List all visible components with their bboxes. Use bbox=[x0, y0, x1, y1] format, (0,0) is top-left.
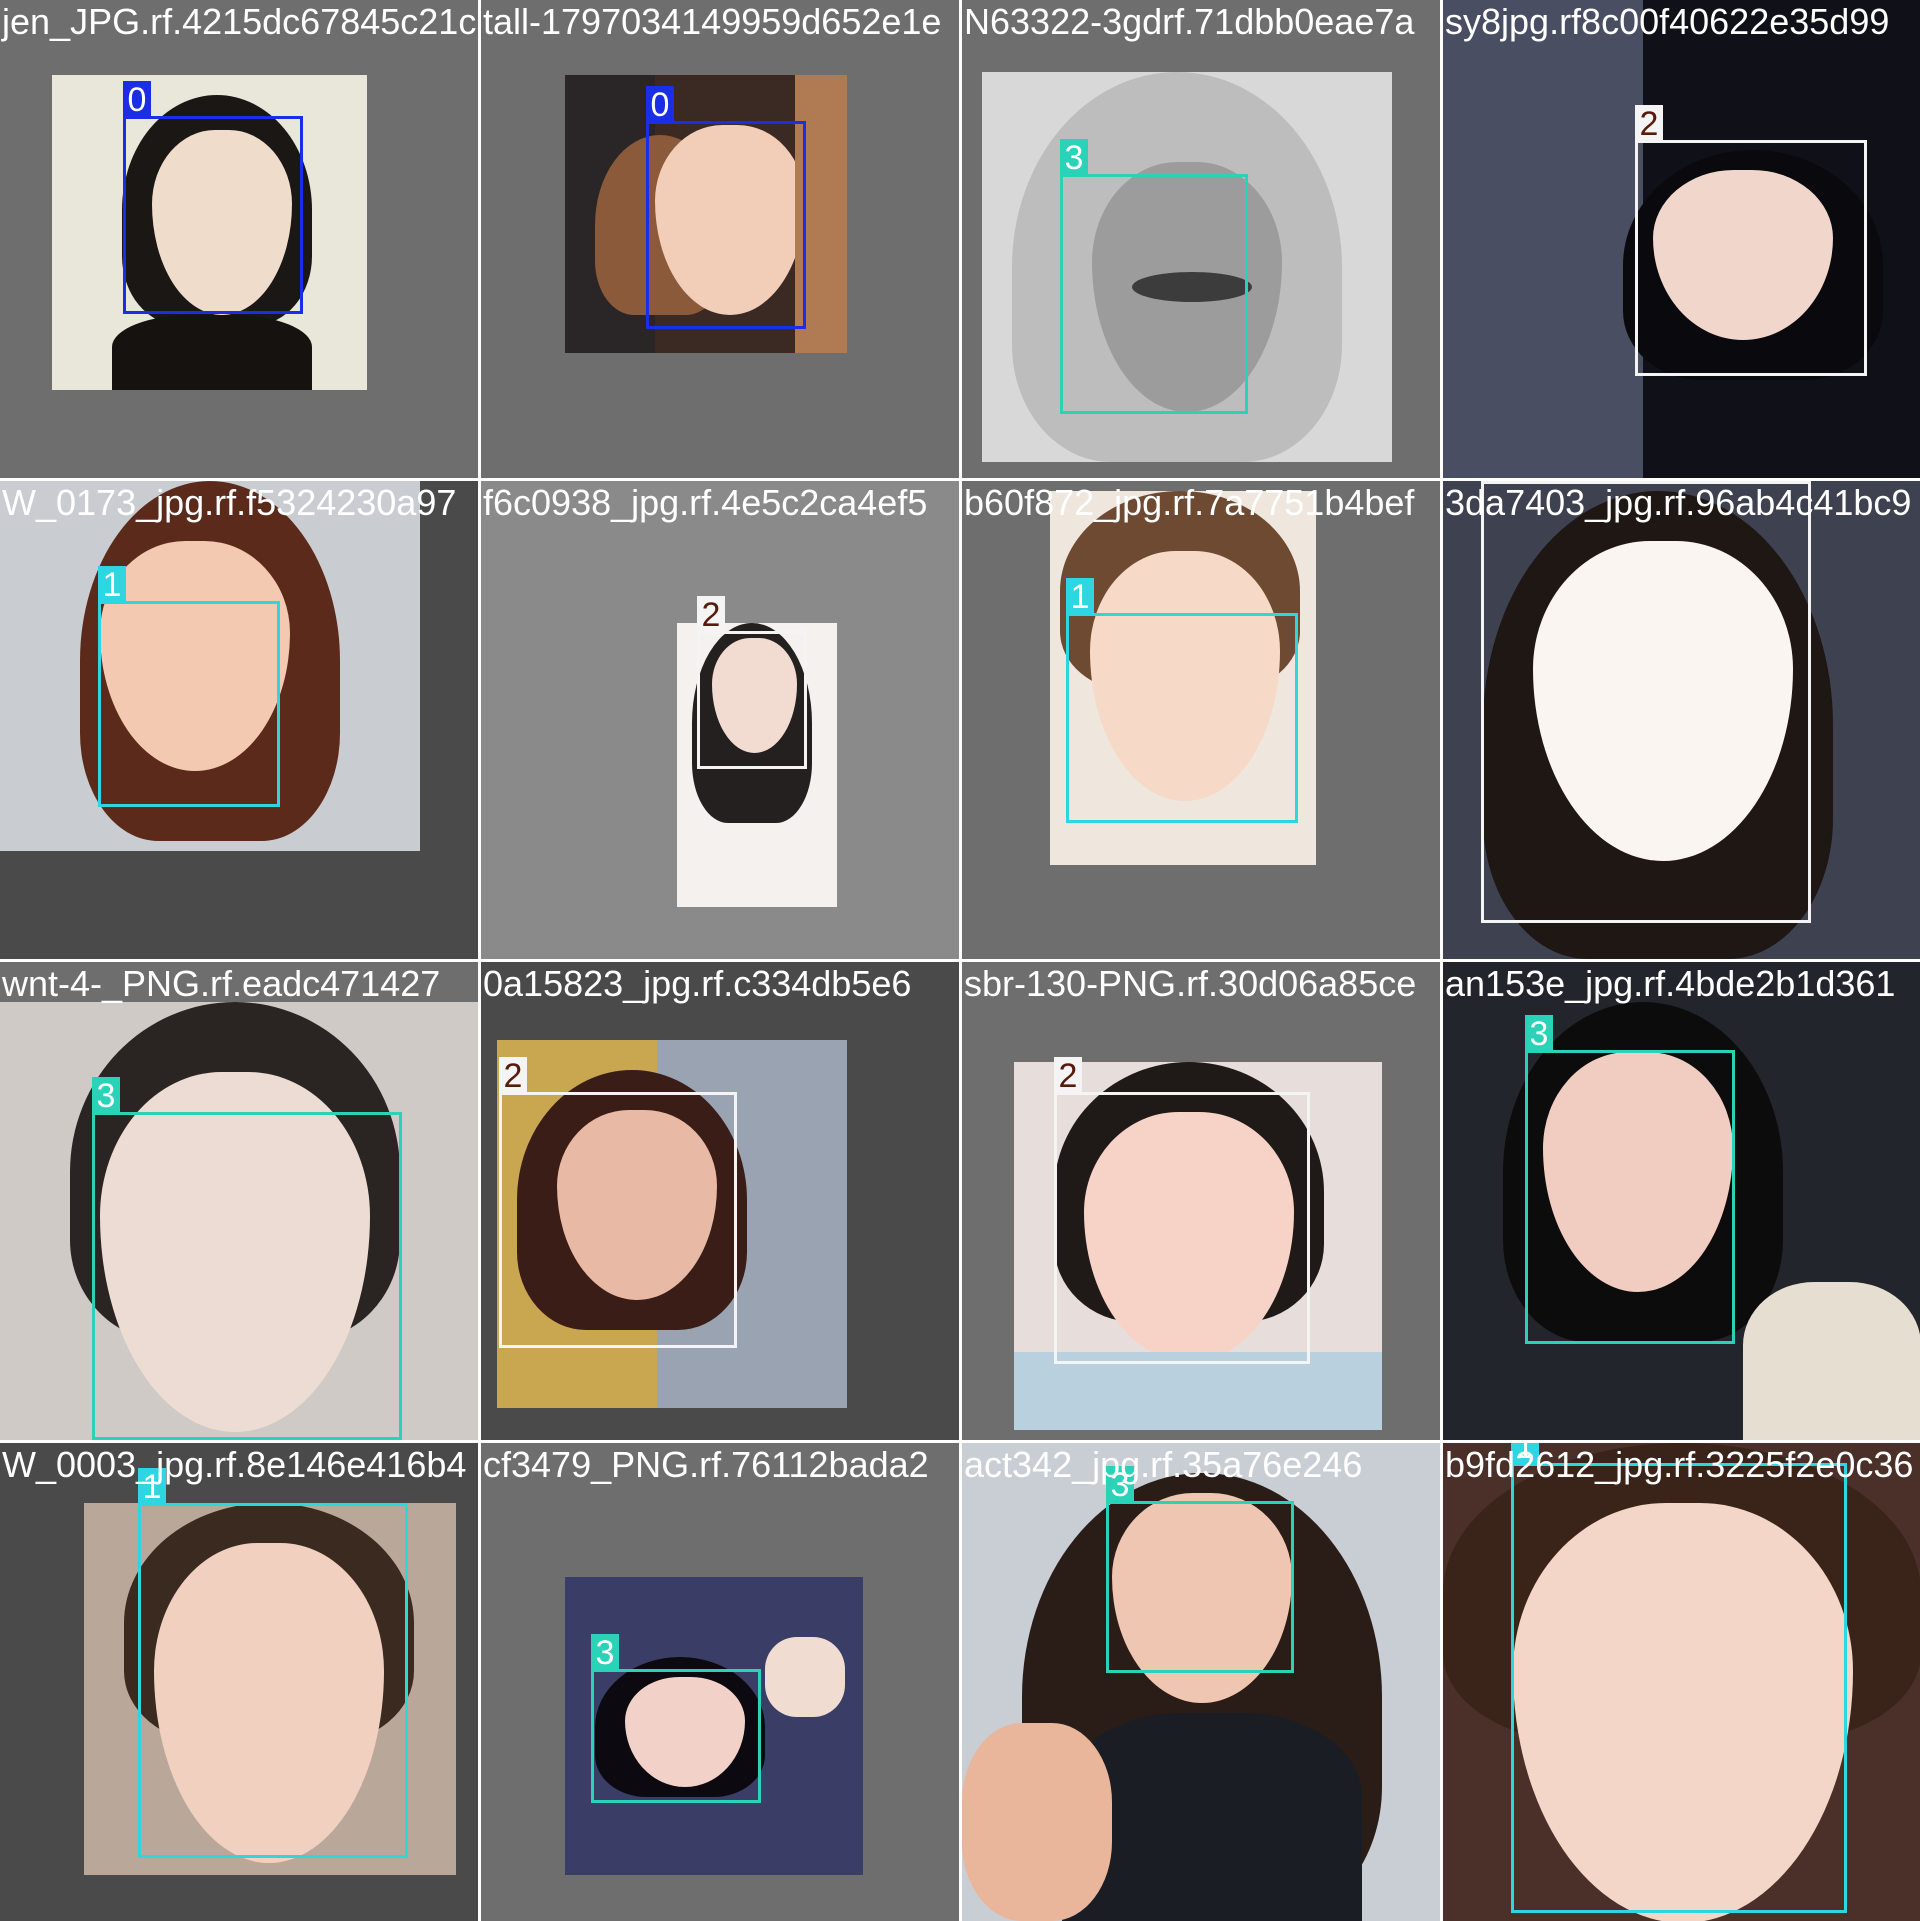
bounding-box: 1 bbox=[98, 566, 280, 807]
class-label: 2 bbox=[499, 1057, 527, 1095]
bounding-box: 3 bbox=[1060, 139, 1248, 414]
tile: 3 cf3479_PNG.rf.76112bada2 bbox=[481, 1443, 959, 1921]
tile: 3 an153e_jpg.rf.4bde2b1d361 bbox=[1443, 962, 1920, 1440]
tile: 0 tall-1797034149959d652e1e bbox=[481, 0, 959, 478]
class-label: 3 bbox=[1060, 139, 1088, 177]
bounding-box: 3 bbox=[1525, 1015, 1735, 1344]
tile: 0 jen_JPG.rf.4215dc67845c21ca0 bbox=[0, 0, 478, 478]
tile: 2 f6c0938_jpg.rf.4e5c2ca4ef5 bbox=[481, 481, 959, 959]
tile-caption: sbr-130-PNG.rf.30d06a85ce bbox=[964, 963, 1417, 1004]
class-label: 1 bbox=[1066, 578, 1094, 616]
class-label: 0 bbox=[646, 86, 674, 124]
bounding-box: 1 bbox=[138, 1468, 408, 1858]
tile: 2 sy8jpg.rf8c00f40622e35d99 bbox=[1443, 0, 1920, 478]
tile: 1 b9fd2612_jpg.rf.3225f2e0c36 bbox=[1443, 1443, 1920, 1921]
class-label: 2 bbox=[1054, 1057, 1082, 1095]
bounding-box: 2 bbox=[1481, 481, 1811, 923]
tile-caption: cf3479_PNG.rf.76112bada2 bbox=[483, 1444, 929, 1485]
tile: 3 N63322-3gdrf.71dbb0eae7a bbox=[962, 0, 1440, 478]
tile-caption: tall-1797034149959d652e1e bbox=[483, 1, 942, 42]
bounding-box: 1 bbox=[1511, 1443, 1847, 1913]
tile: 3 act342_jpg.rf.35a76e246 bbox=[962, 1443, 1440, 1921]
tile-caption: N63322-3gdrf.71dbb0eae7a bbox=[964, 1, 1415, 42]
bounding-box: 0 bbox=[646, 86, 806, 329]
class-label: 3 bbox=[1525, 1015, 1553, 1053]
bounding-box: 0 bbox=[123, 81, 303, 314]
tile-caption: f6c0938_jpg.rf.4e5c2ca4ef5 bbox=[483, 482, 928, 523]
class-label: 3 bbox=[92, 1077, 120, 1115]
bounding-box: 2 bbox=[1054, 1057, 1310, 1364]
bounding-box: 3 bbox=[1106, 1466, 1294, 1673]
bounding-box: 2 bbox=[697, 596, 807, 769]
tile-caption: act342_jpg.rf.35a76e246 bbox=[964, 1444, 1363, 1485]
tile-caption: wnt-4-_PNG.rf.eadc471427 bbox=[2, 963, 441, 1004]
tile-caption: W_0003_jpg.rf.8e146e416b4 bbox=[2, 1444, 467, 1485]
bounding-box: 1 bbox=[1066, 578, 1298, 823]
class-label: 2 bbox=[697, 596, 725, 634]
bounding-box: 3 bbox=[591, 1634, 761, 1803]
tile-caption: 0a15823_jpg.rf.c334db5e6 bbox=[483, 963, 912, 1004]
tile-caption: jen_JPG.rf.4215dc67845c21ca0 bbox=[2, 1, 478, 42]
class-label: 1 bbox=[98, 566, 126, 604]
tile-caption: an153e_jpg.rf.4bde2b1d361 bbox=[1445, 963, 1896, 1004]
tile: 2 0a15823_jpg.rf.c334db5e6 bbox=[481, 962, 959, 1440]
class-label: 0 bbox=[123, 81, 151, 119]
tile: 2 3da7403_jpg.rf.96ab4c41bc9 bbox=[1443, 481, 1920, 959]
tile: 3 wnt-4-_PNG.rf.eadc471427 bbox=[0, 962, 478, 1440]
detection-mosaic: 0 jen_JPG.rf.4215dc67845c21ca0 0 tall-17… bbox=[0, 0, 1920, 1921]
tile-caption: b9fd2612_jpg.rf.3225f2e0c36 bbox=[1445, 1444, 1914, 1485]
tile: 1 b60f872_jpg.rf.7a7751b4bef bbox=[962, 481, 1440, 959]
tile: 1 W_0173_jpg.rf.f5324230a97 bbox=[0, 481, 478, 959]
tile: 2 sbr-130-PNG.rf.30d06a85ce bbox=[962, 962, 1440, 1440]
tile-caption: b60f872_jpg.rf.7a7751b4bef bbox=[964, 482, 1415, 523]
bounding-box: 2 bbox=[1635, 105, 1867, 376]
bounding-box: 2 bbox=[499, 1057, 737, 1348]
class-label: 2 bbox=[1635, 105, 1663, 143]
tile-caption: sy8jpg.rf8c00f40622e35d99 bbox=[1445, 1, 1890, 42]
tile-caption: W_0173_jpg.rf.f5324230a97 bbox=[2, 482, 457, 523]
tile: 1 W_0003_jpg.rf.8e146e416b4 bbox=[0, 1443, 478, 1921]
tile-caption: 3da7403_jpg.rf.96ab4c41bc9 bbox=[1445, 482, 1912, 523]
class-label: 3 bbox=[591, 1634, 619, 1672]
bounding-box: 3 bbox=[92, 1077, 402, 1440]
